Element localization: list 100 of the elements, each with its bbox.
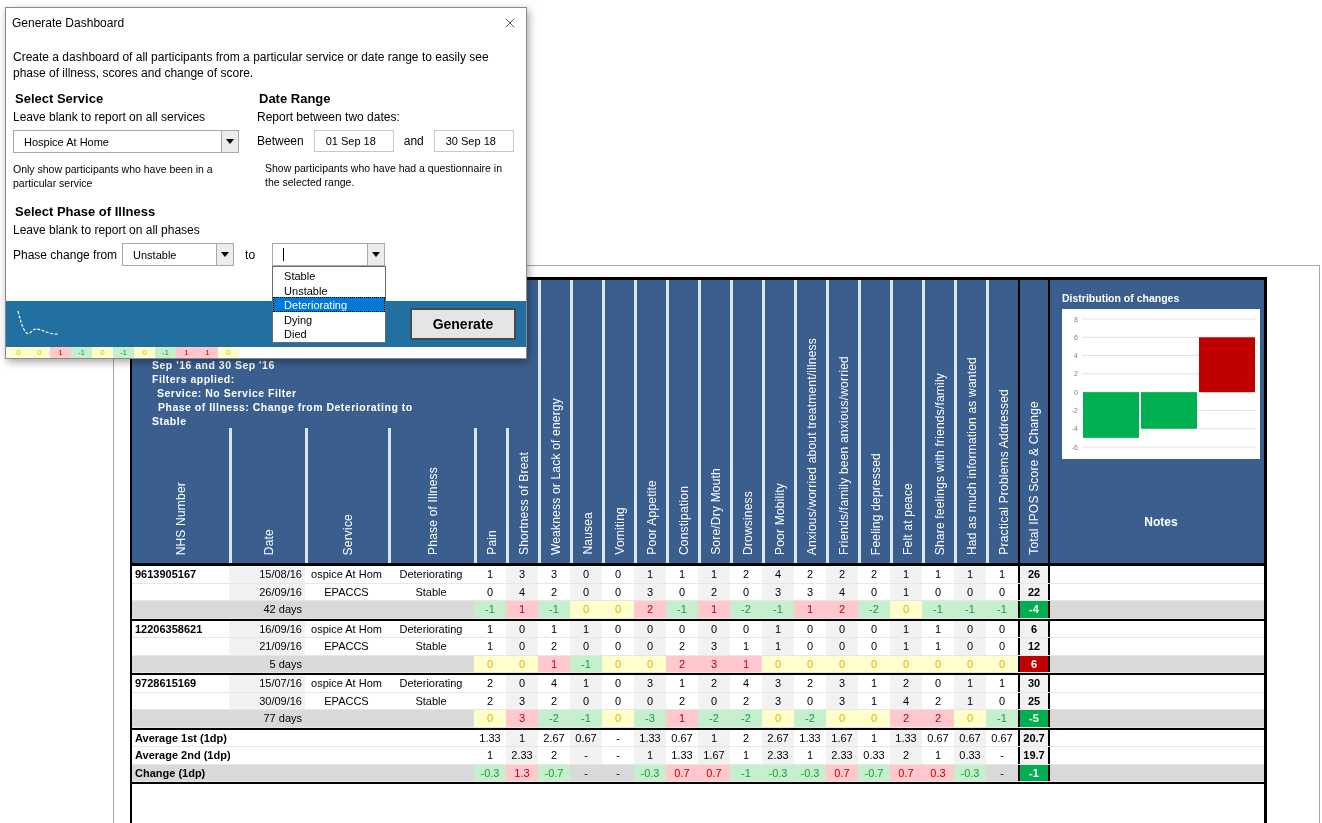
hint-text: Show participants who have had a questionnaire in the selected range. (264, 161, 503, 189)
table-cell: -2 (698, 710, 730, 727)
table-cell-text: Stable (414, 639, 448, 655)
column-header: Phase of Illness (425, 467, 440, 555)
table-cell: 1 (506, 601, 538, 618)
table-cell-text: 1 (485, 567, 495, 583)
section-heading: Select Service (15, 91, 105, 106)
table-cell: 0 (954, 638, 986, 655)
table-cell-text: 1 (933, 567, 943, 583)
table-cell-text: 1 (933, 639, 943, 655)
table-cell: 2.33 (506, 747, 538, 764)
table-cell: 1 (954, 566, 986, 583)
table-cell: -1 (986, 601, 1018, 618)
column-header: Had as much information as wanted (964, 356, 979, 555)
table-cell: 1 (570, 675, 602, 692)
column-header: Service (341, 513, 355, 555)
table-cell-text: ospice At Hom (310, 676, 383, 692)
table-cell-text: 0 (741, 584, 751, 600)
table-cell-text: 2 (805, 567, 815, 583)
table-cell-text: Deteriorating (398, 676, 464, 692)
table-cell-text: 0 (869, 621, 879, 637)
table-cell-text: 2 (549, 693, 559, 709)
table-cell: 26 (1018, 566, 1050, 583)
table-cell-text: 1 (997, 676, 1007, 692)
table-cell: 0 (826, 638, 858, 655)
service-dropdown[interactable]: Hospice At Home (13, 130, 239, 153)
table-cell: -1 (538, 601, 570, 618)
table-cell: 0 (602, 601, 634, 618)
table-cell-text: 0 (997, 584, 1007, 600)
table-cell-text: 2 (741, 730, 751, 746)
table-cell-text: 1 (869, 676, 879, 692)
table-cell: -2 (730, 601, 762, 618)
table-cell: -2 (730, 710, 762, 727)
table-cell: -2 (858, 601, 890, 618)
table-cell: -1 (71, 347, 92, 358)
table-cell: 0 (92, 347, 113, 358)
table-cell: 1 (197, 347, 218, 358)
dropdown-option[interactable]: Deteriorating (273, 297, 386, 312)
table-cell-text: 2 (677, 693, 687, 709)
table-cell-text: 0 (805, 693, 815, 709)
table-cell-text: - (615, 730, 621, 746)
column-header: Share feelings with friends/family (932, 372, 947, 555)
table-cell-text: 0 (613, 676, 623, 692)
hint-text: Leave blank to report on all services (13, 110, 207, 124)
table-cell-text: 2 (869, 567, 879, 583)
table-cell-text: 1 (741, 639, 751, 655)
table-cell: 0 (8, 347, 29, 358)
generate-button[interactable]: Generate (410, 308, 516, 340)
table-cell-text: Stable (414, 584, 448, 600)
table-cell-text: 77 days (262, 711, 303, 727)
table-cell-text: 1.33 (798, 730, 822, 746)
table-cell-text: 1 (869, 693, 879, 709)
table-cell: 2 (890, 675, 922, 692)
table-cell: -1 (986, 710, 1018, 727)
table-cell-text: 1 (933, 748, 943, 764)
table-cell: 3 (506, 710, 538, 727)
table-cell-text: 0 (613, 693, 623, 709)
table-cell-text: 2.67 (542, 730, 566, 746)
table-cell: -1 (570, 710, 602, 727)
table-cell: 1 (50, 347, 71, 358)
table-cell-text: 2 (549, 584, 559, 600)
column-header: Total IPOS Score & Change (1027, 401, 1041, 555)
table-cell-text: Average 1st (1dp) (134, 730, 228, 746)
table-cell: 0 (474, 710, 506, 727)
date-field[interactable]: 30 Sep 18 (433, 130, 514, 152)
table-cell-text: EPACCS (323, 639, 370, 655)
table-cell-text: 1 (485, 639, 495, 655)
date-field[interactable]: 01 Sep 18 (313, 130, 394, 152)
description-text: Create a dashboard of all participants from a particular service or date range to easily see phase of illness, scores and change of score. (13, 49, 490, 81)
column-header: Drowsiness (740, 491, 755, 555)
table-cell-text: 0 (613, 584, 623, 600)
caret-icon (221, 252, 230, 257)
table-cell-text: 0 (933, 676, 943, 692)
table-cell: 2 (698, 675, 730, 692)
table-cell-text: 4 (741, 676, 751, 692)
window-title: Generate Dashboard (12, 16, 125, 30)
caret-icon (372, 252, 381, 257)
table-cell-text: 2 (933, 693, 943, 709)
table-cell-text: Change (1dp) (134, 765, 207, 781)
table-cell-text: Deteriorating (398, 621, 464, 637)
table-cell: 1 (698, 601, 730, 618)
phase-from-dropdown[interactable]: Unstable (122, 243, 235, 266)
chart-title: Distribution of changes (1062, 292, 1181, 304)
table-cell-text: 0 (613, 567, 623, 583)
column-header: Anxious/worried about treatment/illness (804, 337, 819, 555)
table-cell-text: 2 (549, 639, 559, 655)
table-cell: -4 (1018, 601, 1050, 618)
table-cell-text: 1.33 (478, 730, 502, 746)
table-cell-text: 0 (933, 584, 943, 600)
table-cell-text: 0 (805, 639, 815, 655)
table-cell: 0 (858, 710, 890, 727)
table-cell-text: Stable (414, 693, 448, 709)
table-cell: -1 (762, 601, 794, 618)
table-cell-text: EPACCS (323, 693, 370, 709)
table-cell-text: 1 (485, 621, 495, 637)
table-cell-text: 0.67 (990, 730, 1014, 746)
column-header: Pain (484, 530, 499, 555)
table-cell-text: - (615, 765, 621, 781)
table-cell-text: 0 (741, 621, 751, 637)
table-cell: -2 (794, 710, 826, 727)
